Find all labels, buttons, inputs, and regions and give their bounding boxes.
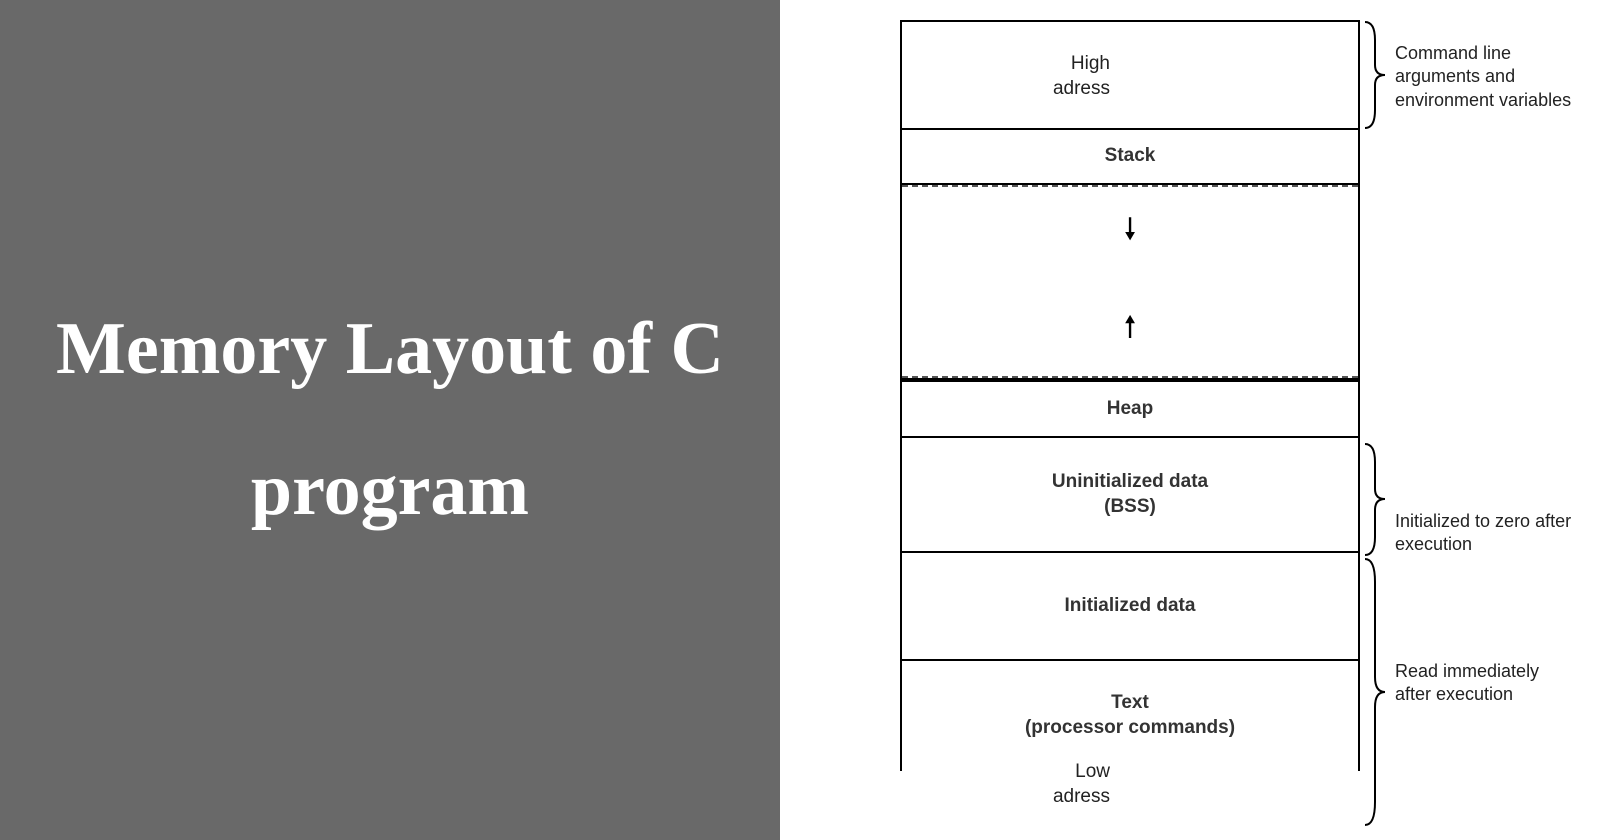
heap-grows-up-icon: 🠕	[1124, 305, 1137, 356]
segment-initialized-data: Initialized data	[900, 553, 1360, 661]
segment-heap: Heap	[900, 380, 1360, 438]
annotation-init-text: Read immediately after execution	[1395, 660, 1575, 707]
diagram-panel: Highadress Lowadress Stack 🠗 🠕 Heap Unin…	[780, 0, 1600, 840]
segment-bss: Uninitialized data (BSS)	[900, 438, 1360, 553]
brace-icon	[1362, 557, 1388, 827]
segment-bss-label: Uninitialized data	[1052, 471, 1208, 492]
segment-stack: Stack	[900, 130, 1360, 185]
segment-bss-sublabel: (BSS)	[1104, 496, 1156, 517]
main-title: Memory Layout of C program	[40, 279, 740, 560]
annotation-bss: Initialized to zero after execution	[1395, 510, 1575, 557]
segment-text-sublabel: (processor commands)	[1025, 717, 1235, 738]
memory-layout-diagram: Stack 🠗 🠕 Heap Uninitialized data (BSS) …	[900, 20, 1360, 771]
stack-grows-down-icon: 🠗	[1124, 207, 1137, 258]
annotation-cmdline: Command line arguments and environment v…	[1395, 42, 1575, 112]
brace-icon	[1362, 20, 1388, 130]
segment-text-label: Text	[1111, 692, 1149, 713]
segment-free-space: 🠗 🠕	[900, 185, 1360, 380]
brace-icon	[1362, 442, 1388, 557]
segment-cmdline-env	[900, 20, 1360, 130]
title-panel: Memory Layout of C program	[0, 0, 780, 840]
segment-text: Text (processor commands)	[900, 661, 1360, 771]
